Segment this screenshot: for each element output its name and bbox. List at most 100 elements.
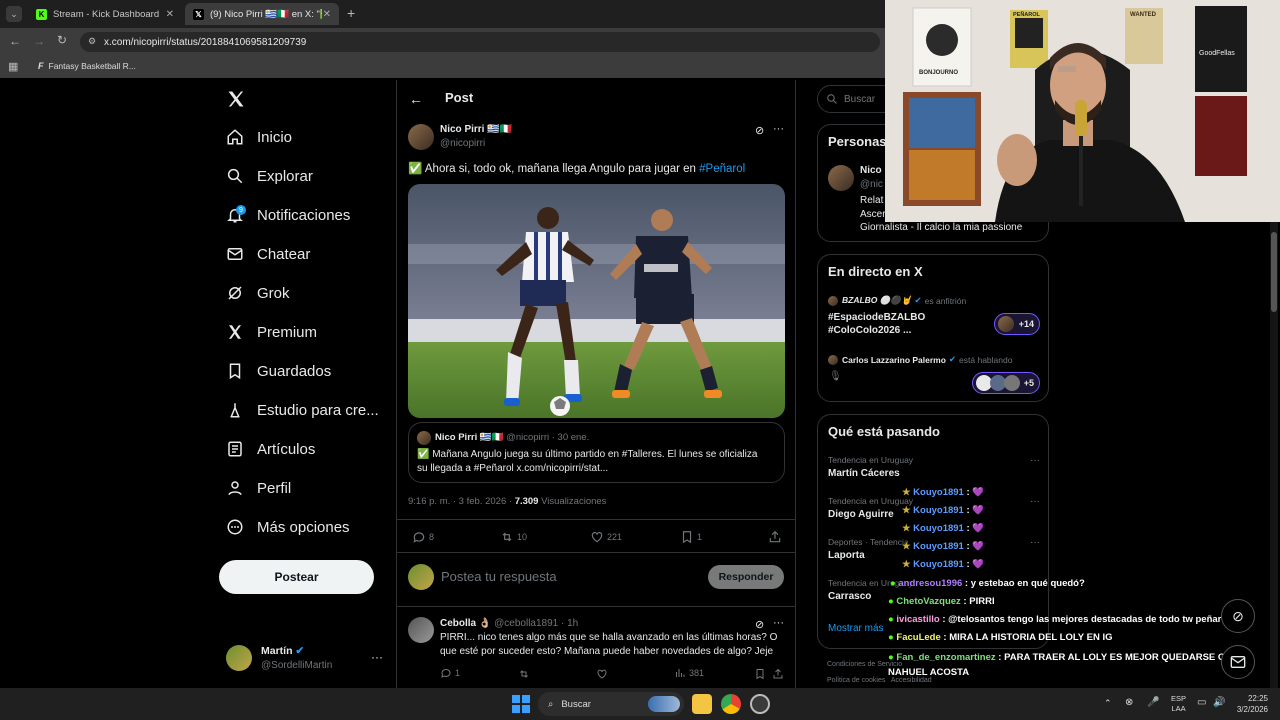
forward-icon[interactable]: →: [33, 34, 45, 48]
nav-articulos[interactable]: Artículos: [226, 440, 315, 458]
reply-avatar[interactable]: [408, 617, 434, 643]
share-action[interactable]: [768, 530, 782, 549]
live-space-2-listeners[interactable]: +5: [972, 372, 1040, 394]
bookmark-action[interactable]: 1: [680, 530, 702, 544]
grok-icon: [228, 286, 242, 300]
scrollbar[interactable]: [1270, 222, 1278, 688]
nav-mas-opciones[interactable]: Más opciones: [226, 518, 350, 536]
live-space-1-line2[interactable]: #ColoColo2026 ...: [828, 325, 911, 336]
x-home-logo[interactable]: [226, 89, 246, 114]
close-tab-icon[interactable]: ✕: [323, 9, 331, 20]
grok-fab-icon[interactable]: ⊘: [1221, 599, 1255, 633]
reply-share-action[interactable]: [772, 667, 784, 685]
microphone-icon[interactable]: 🎤: [1147, 697, 1159, 708]
new-tab-button[interactable]: +: [347, 5, 355, 21]
more-icon[interactable]: ···: [773, 123, 784, 135]
trends-title: Qué está pasando: [828, 424, 940, 439]
reply-repost-action[interactable]: [518, 667, 530, 685]
chat-badge-icon: ★: [902, 541, 914, 552]
column-divider: [396, 80, 397, 688]
reply-views-action[interactable]: 381: [674, 667, 704, 679]
network-off-icon[interactable]: ⊗: [1125, 697, 1133, 708]
file-explorer-icon[interactable]: [692, 694, 712, 714]
reload-icon[interactable]: ↻: [57, 33, 67, 47]
x-logo-icon: 𝕏: [193, 8, 204, 20]
post-button[interactable]: Postear: [219, 560, 374, 594]
reply-bookmark-action[interactable]: [754, 667, 766, 685]
messages-fab[interactable]: [1221, 645, 1255, 679]
bookmark-fantasy[interactable]: F Fantasy Basketball R...: [38, 61, 136, 71]
tab-x-post[interactable]: 𝕏 (9) Nico Pirri 🇺🇾🇮🇹 en X: "✅ Ahor ✕: [185, 3, 339, 25]
author-handle[interactable]: @nicopirri: [440, 138, 485, 149]
tab-search-button[interactable]: ⌄: [6, 6, 22, 22]
avatar[interactable]: [828, 165, 854, 191]
repost-action[interactable]: 10: [500, 530, 527, 544]
footer-link-cookies[interactable]: Política de cookies: [827, 677, 885, 684]
back-arrow-icon[interactable]: ←: [409, 91, 423, 107]
account-switcher[interactable]: Martín ✔ @SordelliMartin ···: [226, 644, 386, 676]
clock[interactable]: 22:25 3/2/2026: [1232, 693, 1268, 715]
taskbar-search[interactable]: ⌕ Buscar: [538, 692, 684, 716]
quoted-text-line2: su llegada a #Peñarol x.com/nicopirri/st…: [417, 463, 609, 474]
nav-guardados[interactable]: Guardados: [226, 362, 331, 380]
divider: [397, 606, 795, 607]
display-icon[interactable]: ▭: [1197, 697, 1206, 708]
reply-comment-action[interactable]: 1: [440, 667, 460, 679]
reply-header: Cebolla 👌🏼 @cebolla1891 · 1h: [440, 618, 579, 629]
site-info-icon[interactable]: ⚙: [88, 36, 96, 47]
nav-grok[interactable]: Grok: [226, 284, 290, 302]
tab-kick[interactable]: K Stream - Kick Dashboard ✕: [28, 3, 182, 25]
quoted-post[interactable]: Nico Pirri 🇺🇾🇮🇹 @nicopirri · 30 ene. ✅ M…: [408, 422, 785, 483]
chat-username: Kouyo1891: [913, 523, 964, 534]
input-language[interactable]: ESP LAA: [1171, 694, 1186, 714]
quoted-text-line1: ✅ Mañana Angulo juega su último partido …: [417, 449, 758, 460]
grok-explain-icon[interactable]: ⊘: [755, 124, 764, 137]
author-avatar[interactable]: [408, 124, 434, 150]
like-action[interactable]: 221: [590, 530, 622, 544]
live-space-1-listeners[interactable]: +14: [994, 313, 1040, 335]
grok-explain-icon[interactable]: ⊘: [755, 618, 764, 631]
nav-inicio[interactable]: Inicio: [226, 128, 292, 146]
obs-icon[interactable]: [750, 694, 770, 714]
show-more-link[interactable]: Mostrar más: [828, 623, 884, 634]
footer-link-accessibility[interactable]: Accesibilidad: [891, 677, 932, 684]
chat-text: MIRA LA HISTORIA DEL LOLY EN IG: [949, 632, 1113, 643]
scrollbar-thumb[interactable]: [1271, 232, 1277, 312]
back-icon[interactable]: ←: [9, 34, 21, 48]
webcam-overlay: BONJOURNO WANTED GoodFellas PEÑAROL: [885, 0, 1280, 222]
search-highlight-icon: [648, 696, 680, 712]
responder-button[interactable]: Responder: [708, 565, 784, 589]
post-image[interactable]: [408, 184, 785, 418]
share-icon: [769, 530, 781, 543]
chat-username: FacuLede: [896, 632, 941, 643]
more-icon[interactable]: ···: [773, 617, 784, 629]
live-space-2-host[interactable]: Carlos Lazzarino Palermo ✔ está hablando: [828, 354, 1012, 365]
reply-action[interactable]: 8: [412, 530, 434, 544]
author-name[interactable]: Nico Pirri 🇺🇾🇮🇹: [440, 124, 512, 135]
nav-explorar[interactable]: Explorar: [226, 167, 313, 185]
close-tab-icon[interactable]: ✕: [166, 9, 174, 20]
live-space-1-line1[interactable]: #EspaciodeBZALBO: [828, 312, 925, 323]
nav-premium[interactable]: Premium: [226, 323, 317, 341]
chrome-icon[interactable]: [721, 694, 741, 714]
comment-icon: [441, 668, 451, 678]
url-field[interactable]: ⚙ x.com/nicopirri/status/201884106958120…: [80, 32, 880, 52]
windows-start-icon[interactable]: [512, 695, 530, 718]
avatar: [828, 295, 838, 306]
nav-perfil[interactable]: Perfil: [226, 479, 291, 497]
nav-chatear[interactable]: Chatear: [226, 245, 310, 263]
chat-message: ● ChetoVazquez : PIRRI: [888, 596, 995, 607]
apps-grid-icon[interactable]: ▦: [8, 60, 18, 73]
nav-estudio[interactable]: Estudio para cre...: [226, 401, 379, 419]
reply-like-action[interactable]: [596, 667, 608, 685]
person-name[interactable]: Nico: [860, 165, 882, 176]
trend-item[interactable]: Tendencia en Uruguay Martín Cáceres ···: [828, 455, 1040, 479]
hashtag-link[interactable]: #Peñarol: [699, 163, 745, 175]
tray-chevron-icon[interactable]: ⌃: [1104, 698, 1112, 709]
more-icon[interactable]: ···: [371, 650, 383, 664]
live-space-1-host[interactable]: BZALBO ⚪⚫🤘 ✔ es anfitrión: [828, 295, 966, 306]
volume-icon[interactable]: 🔊: [1213, 697, 1225, 708]
reply-text-line1: PIRRI... nico tenes algo más que se hall…: [440, 632, 778, 643]
reply-input[interactable]: Postea tu respuesta: [441, 569, 557, 584]
more-icon: ···: [1030, 496, 1040, 507]
